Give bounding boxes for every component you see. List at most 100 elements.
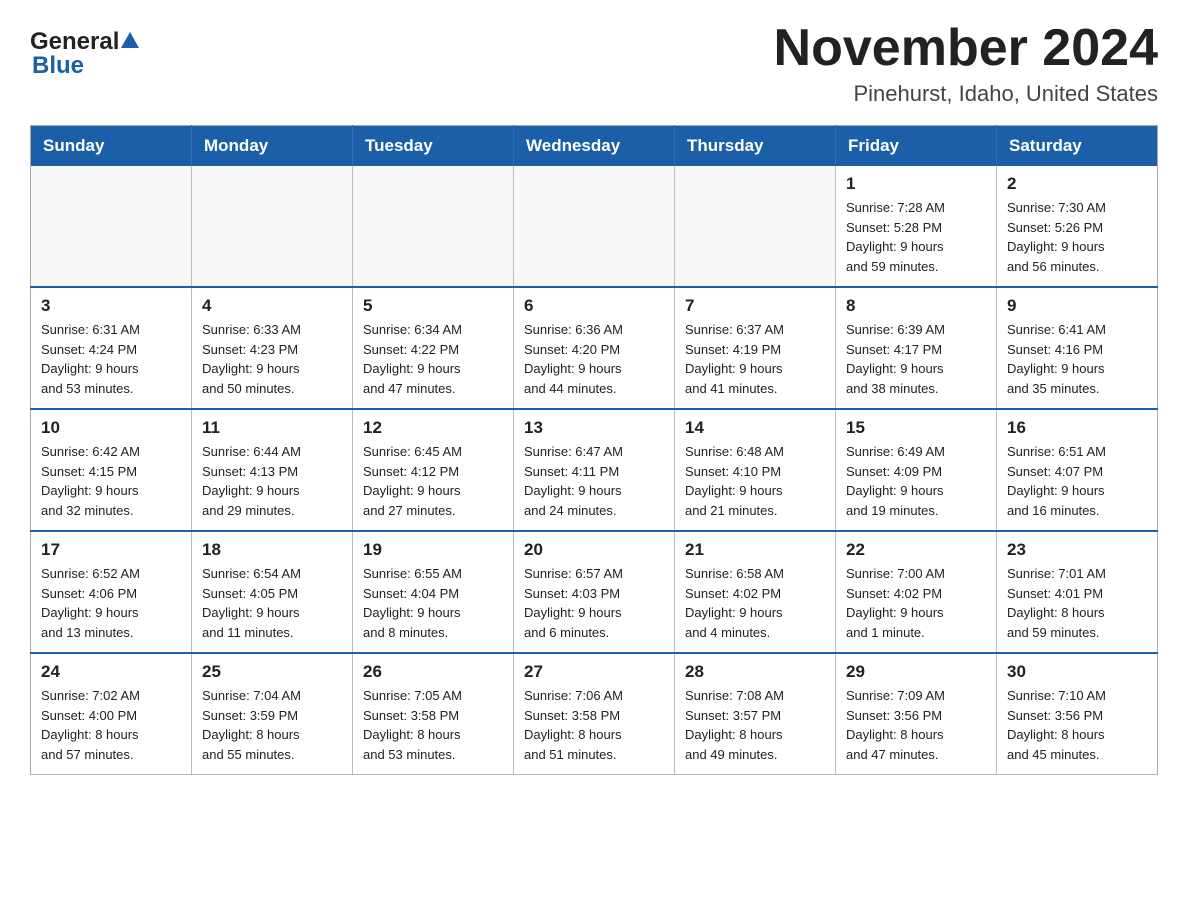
- day-cell: [31, 166, 192, 287]
- day-cell: 5 Sunrise: 6:34 AM Sunset: 4:22 PM Daylig…: [353, 287, 514, 409]
- day-info: Sunrise: 6:44 AM Sunset: 4:13 PM Dayligh…: [202, 442, 342, 520]
- day-info: Sunrise: 7:02 AM Sunset: 4:00 PM Dayligh…: [41, 686, 181, 764]
- title-block: November 2024 Pinehurst, Idaho, United S…: [774, 20, 1158, 107]
- day-info: Sunrise: 6:41 AM Sunset: 4:16 PM Dayligh…: [1007, 320, 1147, 398]
- day-cell: 21 Sunrise: 6:58 AM Sunset: 4:02 PM Dayli…: [675, 531, 836, 653]
- day-cell: [192, 166, 353, 287]
- day-info: Sunrise: 6:55 AM Sunset: 4:04 PM Dayligh…: [363, 564, 503, 642]
- day-number: 12: [363, 418, 503, 438]
- day-info: Sunrise: 6:39 AM Sunset: 4:17 PM Dayligh…: [846, 320, 986, 398]
- day-number: 9: [1007, 296, 1147, 316]
- day-cell: 9 Sunrise: 6:41 AM Sunset: 4:16 PM Daylig…: [997, 287, 1158, 409]
- header-friday: Friday: [836, 126, 997, 167]
- day-info: Sunrise: 6:34 AM Sunset: 4:22 PM Dayligh…: [363, 320, 503, 398]
- day-number: 10: [41, 418, 181, 438]
- day-info: Sunrise: 6:52 AM Sunset: 4:06 PM Dayligh…: [41, 564, 181, 642]
- day-cell: 10 Sunrise: 6:42 AM Sunset: 4:15 PM Dayli…: [31, 409, 192, 531]
- logo-blue-text: Blue: [32, 54, 139, 78]
- day-cell: 3Sunrise: 6:31 AM Sunset: 4:24 PM Daylig…: [31, 287, 192, 409]
- day-info: Sunrise: 6:33 AM Sunset: 4:23 PM Dayligh…: [202, 320, 342, 398]
- day-number: 22: [846, 540, 986, 560]
- calendar-header-row: SundayMondayTuesdayWednesdayThursdayFrid…: [31, 126, 1158, 167]
- day-number: 28: [685, 662, 825, 682]
- day-cell: 1 Sunrise: 7:28 AM Sunset: 5:28 PM Daylig…: [836, 166, 997, 287]
- header-tuesday: Tuesday: [353, 126, 514, 167]
- day-number: 16: [1007, 418, 1147, 438]
- day-cell: 8 Sunrise: 6:39 AM Sunset: 4:17 PM Daylig…: [836, 287, 997, 409]
- day-cell: 26Sunrise: 7:05 AM Sunset: 3:58 PM Dayli…: [353, 653, 514, 775]
- day-number: 23: [1007, 540, 1147, 560]
- day-info: Sunrise: 7:30 AM Sunset: 5:26 PM Dayligh…: [1007, 198, 1147, 276]
- day-info: Sunrise: 6:54 AM Sunset: 4:05 PM Dayligh…: [202, 564, 342, 642]
- day-cell: [353, 166, 514, 287]
- day-info: Sunrise: 7:06 AM Sunset: 3:58 PM Dayligh…: [524, 686, 664, 764]
- day-cell: 17 Sunrise: 6:52 AM Sunset: 4:06 PM Dayli…: [31, 531, 192, 653]
- day-number: 7: [685, 296, 825, 316]
- day-cell: 7 Sunrise: 6:37 AM Sunset: 4:19 PM Daylig…: [675, 287, 836, 409]
- day-info: Sunrise: 6:31 AM Sunset: 4:24 PM Dayligh…: [41, 320, 181, 398]
- day-cell: 23 Sunrise: 7:01 AM Sunset: 4:01 PM Dayli…: [997, 531, 1158, 653]
- day-number: 18: [202, 540, 342, 560]
- day-cell: 25Sunrise: 7:04 AM Sunset: 3:59 PM Dayli…: [192, 653, 353, 775]
- day-cell: 14 Sunrise: 6:48 AM Sunset: 4:10 PM Dayli…: [675, 409, 836, 531]
- page-subtitle: Pinehurst, Idaho, United States: [774, 81, 1158, 107]
- day-number: 15: [846, 418, 986, 438]
- day-info: Sunrise: 6:45 AM Sunset: 4:12 PM Dayligh…: [363, 442, 503, 520]
- day-info: Sunrise: 6:37 AM Sunset: 4:19 PM Dayligh…: [685, 320, 825, 398]
- day-info: Sunrise: 7:01 AM Sunset: 4:01 PM Dayligh…: [1007, 564, 1147, 642]
- day-number: 4: [202, 296, 342, 316]
- day-number: 21: [685, 540, 825, 560]
- day-cell: 18 Sunrise: 6:54 AM Sunset: 4:05 PM Dayli…: [192, 531, 353, 653]
- day-info: Sunrise: 7:00 AM Sunset: 4:02 PM Dayligh…: [846, 564, 986, 642]
- day-number: 11: [202, 418, 342, 438]
- day-info: Sunrise: 7:10 AM Sunset: 3:56 PM Dayligh…: [1007, 686, 1147, 764]
- week-row-3: 10 Sunrise: 6:42 AM Sunset: 4:15 PM Dayli…: [31, 409, 1158, 531]
- day-cell: 30 Sunrise: 7:10 AM Sunset: 3:56 PM Dayli…: [997, 653, 1158, 775]
- day-number: 24: [41, 662, 181, 682]
- day-number: 1: [846, 174, 986, 194]
- day-number: 13: [524, 418, 664, 438]
- header-thursday: Thursday: [675, 126, 836, 167]
- day-cell: 16 Sunrise: 6:51 AM Sunset: 4:07 PM Dayli…: [997, 409, 1158, 531]
- page-title: November 2024: [774, 20, 1158, 77]
- day-number: 17: [41, 540, 181, 560]
- day-cell: [675, 166, 836, 287]
- day-cell: 4 Sunrise: 6:33 AM Sunset: 4:23 PM Daylig…: [192, 287, 353, 409]
- week-row-2: 3Sunrise: 6:31 AM Sunset: 4:24 PM Daylig…: [31, 287, 1158, 409]
- day-number: 19: [363, 540, 503, 560]
- day-cell: 12 Sunrise: 6:45 AM Sunset: 4:12 PM Dayli…: [353, 409, 514, 531]
- day-number: 2: [1007, 174, 1147, 194]
- week-row-5: 24 Sunrise: 7:02 AM Sunset: 4:00 PM Dayli…: [31, 653, 1158, 775]
- header-wednesday: Wednesday: [514, 126, 675, 167]
- day-cell: 11 Sunrise: 6:44 AM Sunset: 4:13 PM Dayli…: [192, 409, 353, 531]
- day-cell: 2 Sunrise: 7:30 AM Sunset: 5:26 PM Daylig…: [997, 166, 1158, 287]
- day-cell: 24 Sunrise: 7:02 AM Sunset: 4:00 PM Dayli…: [31, 653, 192, 775]
- day-info: Sunrise: 7:05 AM Sunset: 3:58 PM Dayligh…: [363, 686, 503, 764]
- calendar-table: SundayMondayTuesdayWednesdayThursdayFrid…: [30, 125, 1158, 775]
- day-number: 6: [524, 296, 664, 316]
- day-info: Sunrise: 6:58 AM Sunset: 4:02 PM Dayligh…: [685, 564, 825, 642]
- header-sunday: Sunday: [31, 126, 192, 167]
- day-number: 8: [846, 296, 986, 316]
- day-info: Sunrise: 7:09 AM Sunset: 3:56 PM Dayligh…: [846, 686, 986, 764]
- day-info: Sunrise: 7:08 AM Sunset: 3:57 PM Dayligh…: [685, 686, 825, 764]
- day-info: Sunrise: 6:47 AM Sunset: 4:11 PM Dayligh…: [524, 442, 664, 520]
- day-cell: 13 Sunrise: 6:47 AM Sunset: 4:11 PM Dayli…: [514, 409, 675, 531]
- day-number: 5: [363, 296, 503, 316]
- day-info: Sunrise: 6:36 AM Sunset: 4:20 PM Dayligh…: [524, 320, 664, 398]
- day-info: Sunrise: 6:48 AM Sunset: 4:10 PM Dayligh…: [685, 442, 825, 520]
- day-info: Sunrise: 6:51 AM Sunset: 4:07 PM Dayligh…: [1007, 442, 1147, 520]
- day-info: Sunrise: 7:04 AM Sunset: 3:59 PM Dayligh…: [202, 686, 342, 764]
- day-info: Sunrise: 6:57 AM Sunset: 4:03 PM Dayligh…: [524, 564, 664, 642]
- day-cell: 19 Sunrise: 6:55 AM Sunset: 4:04 PM Dayli…: [353, 531, 514, 653]
- day-cell: 15Sunrise: 6:49 AM Sunset: 4:09 PM Dayli…: [836, 409, 997, 531]
- day-info: Sunrise: 6:42 AM Sunset: 4:15 PM Dayligh…: [41, 442, 181, 520]
- day-info: Sunrise: 7:28 AM Sunset: 5:28 PM Dayligh…: [846, 198, 986, 276]
- day-cell: 28 Sunrise: 7:08 AM Sunset: 3:57 PM Dayli…: [675, 653, 836, 775]
- day-number: 30: [1007, 662, 1147, 682]
- day-number: 14: [685, 418, 825, 438]
- page-header: General Blue November 2024 Pinehurst, Id…: [30, 20, 1158, 107]
- day-cell: 20Sunrise: 6:57 AM Sunset: 4:03 PM Dayli…: [514, 531, 675, 653]
- week-row-4: 17 Sunrise: 6:52 AM Sunset: 4:06 PM Dayli…: [31, 531, 1158, 653]
- day-cell: 22 Sunrise: 7:00 AM Sunset: 4:02 PM Dayli…: [836, 531, 997, 653]
